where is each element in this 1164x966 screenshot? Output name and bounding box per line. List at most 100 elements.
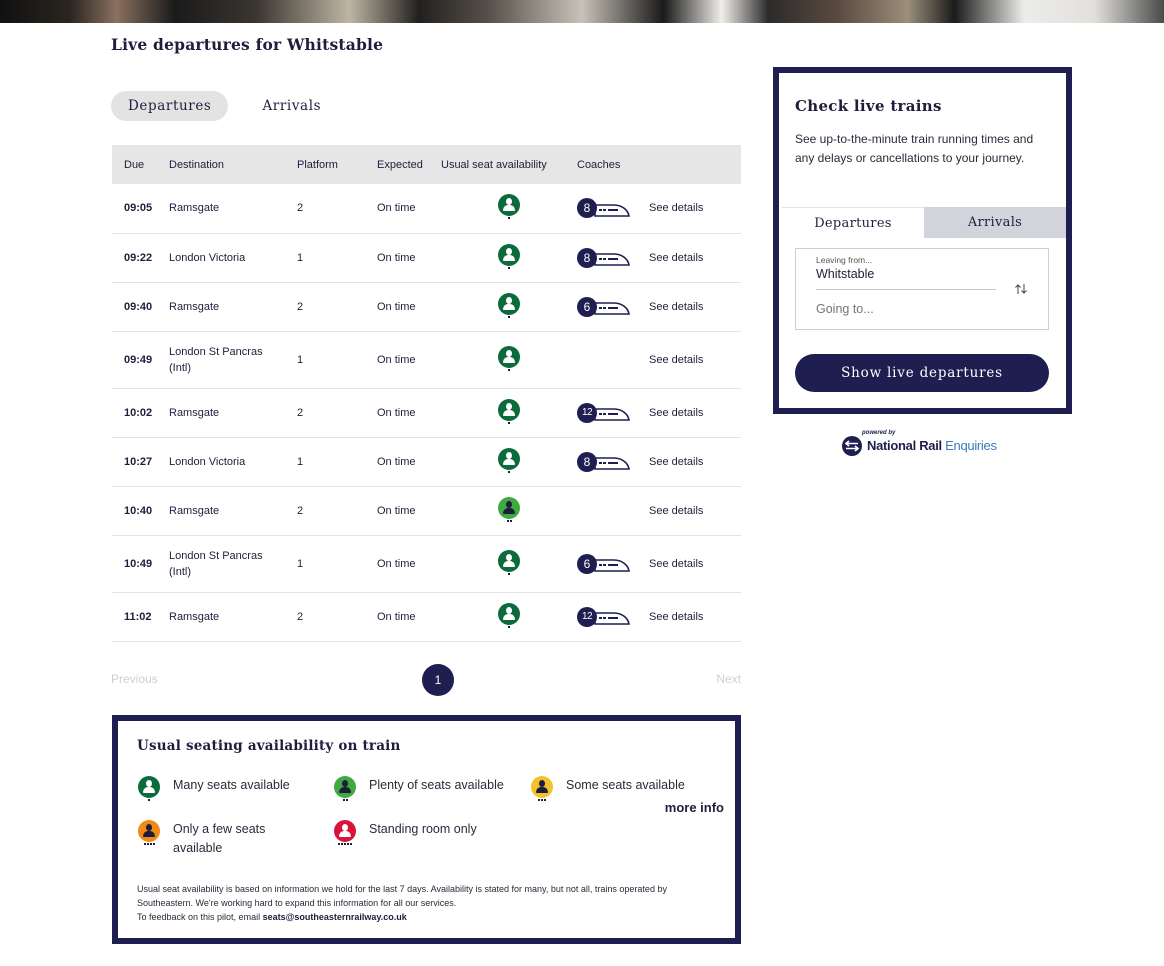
seat-availability [441, 592, 577, 642]
national-rail-enquiries-logo: powered by National Rail Enquiries [841, 430, 1011, 460]
departure-row: 11:02 Ramsgate 2 On time 12 See details [112, 592, 741, 642]
legend-label: Some seats available [566, 778, 685, 792]
feedback-email-link[interactable]: seats@southeasternrailway.co.uk [263, 912, 407, 922]
widget-tab-arrivals[interactable]: Arrivals [924, 207, 1066, 238]
board-tabs: Departures Arrivals [111, 91, 338, 121]
legend-label: Many seats available [173, 778, 290, 792]
see-details-cell: See details [649, 592, 741, 642]
due-time: 10:40 [112, 486, 169, 536]
see-details-link[interactable]: See details [649, 252, 703, 264]
due-time: 10:49 [112, 535, 169, 593]
see-details-cell: See details [649, 486, 741, 536]
availability-dots [508, 421, 511, 427]
see-details-link[interactable]: See details [649, 301, 703, 313]
person-icon [138, 820, 160, 842]
availability-dots [342, 799, 348, 804]
previous-page-link[interactable]: Previous [111, 672, 158, 686]
see-details-link[interactable]: See details [649, 611, 703, 623]
coaches: 8 [577, 184, 649, 234]
person-icon [498, 496, 520, 519]
more-info-link[interactable]: more info [665, 800, 724, 815]
pagination: Previous 1 Next [111, 664, 741, 696]
tab-departures[interactable]: Departures [111, 91, 229, 121]
departure-row: 10:40 Ramsgate 2 On time See details [112, 486, 741, 536]
coach-count-badge: 8 [577, 451, 597, 472]
coaches-train-icon: 12 [577, 606, 630, 627]
next-page-link[interactable]: Next [716, 672, 741, 686]
expected-status: On time [377, 437, 441, 487]
departure-row: 09:05 Ramsgate 2 On time 8 See details [112, 184, 741, 234]
availability-dots [506, 519, 512, 525]
powered-by-text: powered by [862, 430, 896, 436]
see-details-link[interactable]: See details [649, 202, 703, 214]
check-live-trains-widget: Check live trains See up-to-the-minute t… [773, 67, 1072, 414]
legend-item-few: Only a few seats available [137, 820, 293, 858]
see-details-cell: See details [649, 437, 741, 487]
legend-item-many: Many seats available [137, 776, 290, 804]
seat-availability [441, 535, 577, 593]
coaches [577, 331, 649, 389]
platform: 2 [297, 486, 377, 536]
page-1-button[interactable]: 1 [422, 664, 454, 696]
due-time: 09:22 [112, 233, 169, 283]
coach-count-badge: 8 [577, 247, 597, 268]
see-details-cell: See details [649, 331, 741, 389]
legend-title: Usual seating availability on train [137, 738, 401, 754]
availability-dots [538, 799, 547, 804]
destination: Ramsgate [169, 486, 297, 536]
destination-name: London St Pancras [169, 549, 263, 562]
header-coaches: Coaches [577, 158, 621, 171]
coach-count-badge: 6 [577, 296, 597, 317]
seat-availability-legend: Usual seating availability on train Many… [112, 715, 741, 944]
expected-status: On time [377, 388, 441, 438]
expected-status: On time [377, 282, 441, 332]
platform: 1 [297, 331, 377, 389]
availability-dots [143, 843, 155, 848]
train-icon [594, 559, 630, 572]
train-icon [594, 612, 630, 625]
destination-name: Ramsgate [169, 202, 220, 215]
see-details-link[interactable]: See details [649, 558, 703, 570]
legend-label: Standing room only [369, 822, 477, 836]
availability-dots [338, 843, 353, 848]
destination-name: Ramsgate [169, 504, 220, 517]
see-details-link[interactable]: See details [649, 456, 703, 468]
person-icon [498, 602, 520, 625]
person-icon [531, 776, 553, 798]
widget-tab-departures[interactable]: Departures [782, 207, 924, 238]
train-icon [594, 408, 630, 421]
person-icon [138, 776, 160, 798]
field-divider [816, 289, 996, 290]
seat-availability-many-icon [498, 194, 520, 222]
seat-availability-many-icon [137, 776, 161, 804]
show-live-departures-button[interactable]: Show live departures [795, 354, 1049, 392]
coaches: 6 [577, 282, 649, 332]
destination-name: London Victoria [169, 455, 246, 468]
train-icon [594, 203, 630, 217]
availability-dots [508, 217, 511, 222]
seat-availability [441, 331, 577, 389]
availability-dots [148, 799, 151, 804]
platform: 2 [297, 282, 377, 332]
hero-banner-image [0, 0, 1164, 23]
widget-title: Check live trains [795, 97, 942, 115]
train-icon [594, 457, 630, 470]
expected-status: On time [377, 233, 441, 283]
tab-arrivals[interactable]: Arrivals [245, 91, 338, 121]
see-details-link[interactable]: See details [649, 505, 703, 517]
coaches: 8 [577, 233, 649, 283]
coaches-train-icon: 12 [577, 402, 630, 423]
train-icon [594, 302, 630, 315]
swap-arrows-icon[interactable] [1014, 282, 1028, 299]
leaving-from-label: Leaving from... [816, 255, 873, 265]
legend-item-standing: Standing room only [333, 820, 477, 848]
see-details-link[interactable]: See details [649, 354, 703, 366]
departures-table: Due Destination Platform Expected Usual … [112, 145, 741, 642]
going-to-input[interactable] [816, 302, 996, 316]
leaving-from-input[interactable] [816, 267, 996, 281]
see-details-link[interactable]: See details [649, 407, 703, 419]
availability-dots [508, 625, 511, 631]
coaches-train-icon: 6 [577, 553, 630, 574]
coaches-train-icon: 8 [577, 198, 630, 219]
destination-name: London St Pancras [169, 345, 263, 358]
